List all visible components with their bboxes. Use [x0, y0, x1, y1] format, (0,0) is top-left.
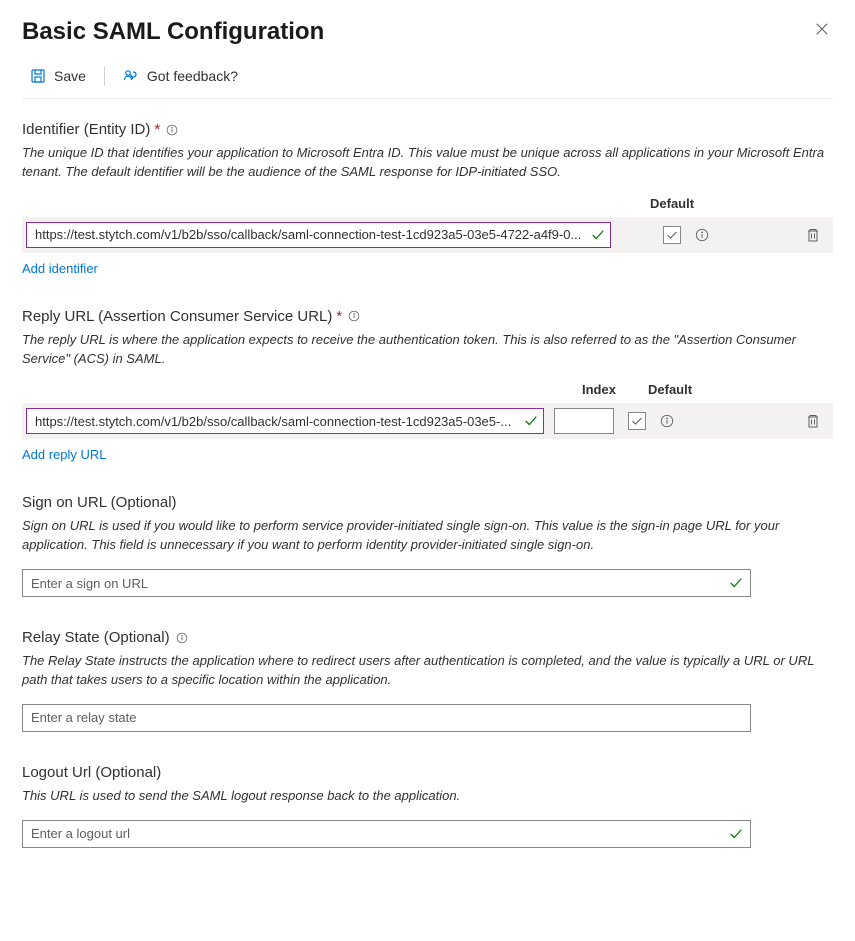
info-icon[interactable]: [695, 228, 709, 242]
required-marker: *: [336, 308, 342, 325]
reply-url-description: The reply URL is where the application e…: [22, 331, 833, 369]
close-icon: [815, 22, 829, 36]
feedback-button[interactable]: Got feedback?: [115, 64, 246, 88]
reply-url-label: Reply URL (Assertion Consumer Service UR…: [22, 308, 332, 325]
column-index-header: Index: [582, 382, 648, 397]
column-default-header: Default: [650, 196, 694, 211]
identifier-input[interactable]: [26, 222, 611, 248]
reply-url-section: Reply URL (Assertion Consumer Service UR…: [22, 308, 833, 463]
sign-on-url-label: Sign on URL (Optional): [22, 494, 177, 511]
save-icon: [30, 68, 46, 84]
checkmark-icon: [729, 827, 743, 841]
delete-icon[interactable]: [805, 413, 821, 429]
info-icon[interactable]: [166, 124, 178, 136]
save-button[interactable]: Save: [22, 64, 94, 88]
page-title: Basic SAML Configuration: [22, 18, 324, 46]
identifier-section: Identifier (Entity ID) * The unique ID t…: [22, 121, 833, 276]
logout-url-section: Logout Url (Optional) This URL is used t…: [22, 764, 833, 848]
delete-icon[interactable]: [805, 227, 821, 243]
required-marker: *: [154, 121, 160, 138]
relay-state-input[interactable]: [22, 704, 751, 732]
add-identifier-link[interactable]: Add identifier: [22, 261, 98, 276]
sign-on-url-description: Sign on URL is used if you would like to…: [22, 517, 833, 555]
relay-state-description: The Relay State instructs the applicatio…: [22, 652, 833, 690]
add-reply-url-link[interactable]: Add reply URL: [22, 447, 107, 462]
info-icon[interactable]: [176, 632, 188, 644]
relay-state-label: Relay State (Optional): [22, 629, 170, 646]
save-button-label: Save: [54, 68, 86, 84]
checkmark-icon: [524, 414, 538, 428]
reply-url-default-checkbox[interactable]: [628, 412, 646, 430]
column-default-header: Default: [648, 382, 692, 397]
checkmark-icon: [729, 576, 743, 590]
relay-state-section: Relay State (Optional) The Relay State i…: [22, 629, 833, 732]
identifier-label: Identifier (Entity ID): [22, 121, 150, 138]
checkmark-icon: [591, 228, 605, 242]
feedback-button-label: Got feedback?: [147, 68, 238, 84]
toolbar: Save Got feedback?: [22, 64, 833, 99]
sign-on-url-section: Sign on URL (Optional) Sign on URL is us…: [22, 494, 833, 597]
sign-on-url-input[interactable]: [22, 569, 751, 597]
identifier-default-checkbox[interactable]: [663, 226, 681, 244]
logout-url-label: Logout Url (Optional): [22, 764, 161, 781]
reply-url-index-input[interactable]: [554, 408, 614, 434]
identifier-description: The unique ID that identifies your appli…: [22, 144, 833, 182]
checkmark-icon: [631, 415, 643, 427]
logout-url-input[interactable]: [22, 820, 751, 848]
toolbar-separator: [104, 66, 105, 86]
reply-url-row: [22, 403, 833, 439]
close-button[interactable]: [811, 18, 833, 44]
logout-url-description: This URL is used to send the SAML logout…: [22, 787, 833, 806]
identifier-row: [22, 217, 833, 253]
feedback-icon: [123, 68, 139, 84]
checkmark-icon: [666, 229, 678, 241]
reply-url-input[interactable]: [26, 408, 544, 434]
info-icon[interactable]: [348, 310, 360, 322]
info-icon[interactable]: [660, 414, 674, 428]
